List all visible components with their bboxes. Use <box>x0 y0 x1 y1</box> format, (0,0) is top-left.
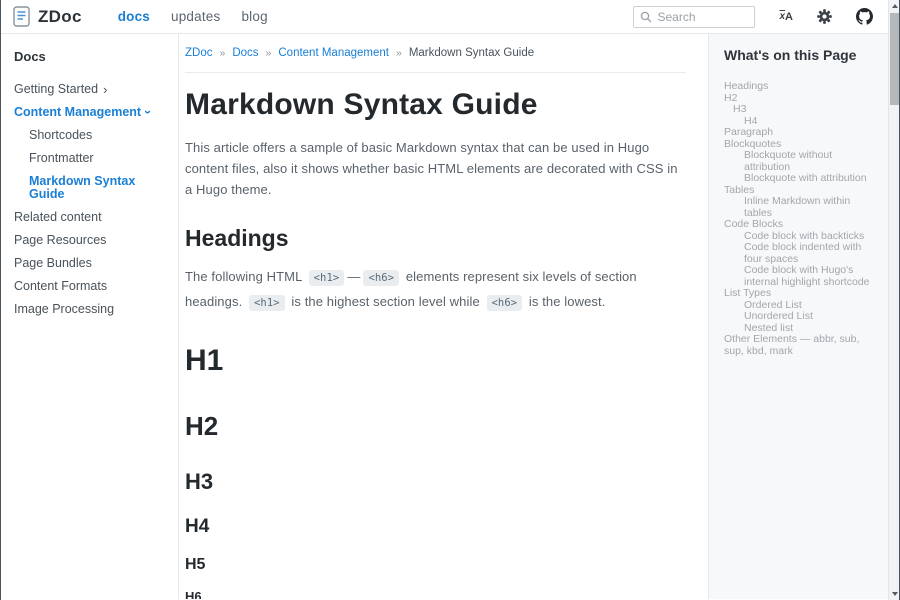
page-scrollbar[interactable] <box>888 0 899 600</box>
toc-item-blockquote-with-attribution[interactable]: Blockquote with attribution <box>724 173 880 185</box>
sidebar-item-label: Page Bundles <box>14 257 92 270</box>
scrollbar-down-arrow[interactable] <box>889 588 900 600</box>
nav-link-updates[interactable]: updates <box>171 9 220 24</box>
scrollbar-up-arrow[interactable] <box>889 0 900 12</box>
inline-code-h6: <h6> <box>487 295 523 311</box>
header-icons: xA <box>779 8 873 25</box>
breadcrumb-current: Markdown Syntax Guide <box>409 47 534 59</box>
breadcrumb-separator: » <box>266 47 272 59</box>
sidebar-item-page-bundles[interactable]: Page Bundles <box>14 257 170 270</box>
header: ZDoc docs updates blog xA <box>1 0 899 34</box>
paragraph-text: — <box>347 269 360 284</box>
toc-item-other-elements-abbr-sub-sup-kbd-mark[interactable]: Other Elements — abbr, sub, sup, kbd, ma… <box>724 334 880 357</box>
toc-title: What's on this Page <box>724 47 880 63</box>
toc-item-code-blocks[interactable]: Code Blocks <box>724 219 880 231</box>
search-input[interactable] <box>657 10 748 24</box>
toc-item-h2[interactable]: H2 <box>724 93 880 105</box>
sidebar-item-label: Related content <box>14 211 102 224</box>
toc-sidebar: What's on this Page HeadingsH2H3H4Paragr… <box>708 34 888 599</box>
toc-item-inline-markdown-within-tables[interactable]: Inline Markdown within tables <box>724 196 880 219</box>
main-content: ZDoc » Docs » Content Management » Markdown Sy… <box>179 34 708 599</box>
sidebar-item-getting-started[interactable]: Getting Started › <box>14 83 170 96</box>
sidebar-title: Docs <box>14 49 170 64</box>
left-sidebar: Docs Getting Started›Content Management›… <box>1 34 179 599</box>
sample-heading-h5: H5 <box>185 557 686 574</box>
sample-heading-h4: H4 <box>185 517 686 537</box>
toc-item-code-block-indented-with-four-spaces[interactable]: Code block indented with four spaces <box>724 242 880 265</box>
nav-link-blog[interactable]: blog <box>241 9 267 24</box>
sidebar-item-label: Content Formats <box>14 280 107 293</box>
brand-title: ZDoc <box>38 7 82 27</box>
translate-icon[interactable]: xA <box>779 11 793 23</box>
sidebar-item-shortcodes[interactable]: Shortcodes <box>14 129 170 142</box>
sidebar-item-label: Markdown Syntax Guide <box>29 175 170 201</box>
breadcrumb-link-zdoc[interactable]: ZDoc <box>185 47 212 59</box>
sidebar-item-image-processing[interactable]: Image Processing <box>14 303 170 316</box>
sidebar-item-frontmatter[interactable]: Frontmatter <box>14 152 170 165</box>
sidebar-item-label: Page Resources <box>14 234 106 247</box>
toc-item-unordered-list[interactable]: Unordered List <box>724 311 880 323</box>
sidebar-item-content-formats[interactable]: Content Formats <box>14 280 170 293</box>
breadcrumb-separator: » <box>219 47 225 59</box>
breadcrumb-link-docs[interactable]: Docs <box>232 47 258 59</box>
toc-item-code-block-with-hugo-s-internal-highligh[interactable]: Code block with Hugo's internal highligh… <box>724 265 880 288</box>
sidebar-item-related-content[interactable]: Related content <box>14 211 170 224</box>
sidebar-item-label: Frontmatter <box>29 152 94 165</box>
toc-item-list-types[interactable]: List Types <box>724 288 880 300</box>
search-icon <box>640 11 652 23</box>
section-heading: Headings <box>185 225 686 252</box>
breadcrumb-divider <box>185 72 686 73</box>
sample-heading-h3: H3 <box>185 470 686 493</box>
inline-code-h6: <h6> <box>363 270 399 286</box>
sidebar-item-label: Shortcodes <box>29 129 92 142</box>
inline-code-h1: <h1> <box>249 295 285 311</box>
paragraph-text: The following HTML <box>185 269 306 284</box>
brand-link[interactable]: ZDoc <box>13 6 82 27</box>
intro-paragraph: This article offers a sample of basic Ma… <box>185 137 686 200</box>
sidebar-item-label: Image Processing <box>14 303 114 316</box>
breadcrumb-separator: » <box>396 47 402 59</box>
chevron-right-icon: › <box>103 85 107 95</box>
breadcrumb: ZDoc » Docs » Content Management » Markdown Sy… <box>185 47 686 59</box>
gear-icon[interactable] <box>817 9 832 24</box>
breadcrumb-link-content-management[interactable]: Content Management <box>278 47 389 59</box>
search-box[interactable] <box>633 6 755 28</box>
paragraph-text: is the lowest. <box>525 294 605 309</box>
toc-item-headings[interactable]: Headings <box>724 81 880 93</box>
sidebar-item-page-resources[interactable]: Page Resources <box>14 234 170 247</box>
paragraph-text: is the highest section level while <box>288 294 484 309</box>
page-title: Markdown Syntax Guide <box>185 88 686 122</box>
nav-link-docs[interactable]: docs <box>118 9 150 24</box>
sidebar-item-markdown-syntax-guide[interactable]: Markdown Syntax Guide <box>14 175 170 201</box>
toc-item-blockquote-without-attribution[interactable]: Blockquote without attribution <box>724 150 880 173</box>
toc-item-paragraph[interactable]: Paragraph <box>724 127 880 139</box>
chevron-down-icon: › <box>143 109 153 113</box>
sidebar-item-content-management[interactable]: Content Management› <box>14 106 170 119</box>
document-icon <box>13 6 30 27</box>
sample-heading-h6: H6 <box>185 590 686 599</box>
headings-paragraph: The following HTML <h1>—<h6> elements re… <box>185 265 686 315</box>
sample-heading-h2: H2 <box>185 413 686 440</box>
toc-item-h3[interactable]: H3 <box>724 104 880 116</box>
sidebar-item-label: Content Management <box>14 106 141 119</box>
sample-heading-h1: H1 <box>185 345 686 377</box>
app-window: ZDoc docs updates blog xA <box>0 0 900 600</box>
inline-code-h1: <h1> <box>309 270 345 286</box>
scrollbar-thumb[interactable] <box>890 13 899 105</box>
sidebar-item-label: Getting Started <box>14 83 98 96</box>
top-nav: docs updates blog <box>118 9 268 24</box>
github-icon[interactable] <box>856 8 873 25</box>
